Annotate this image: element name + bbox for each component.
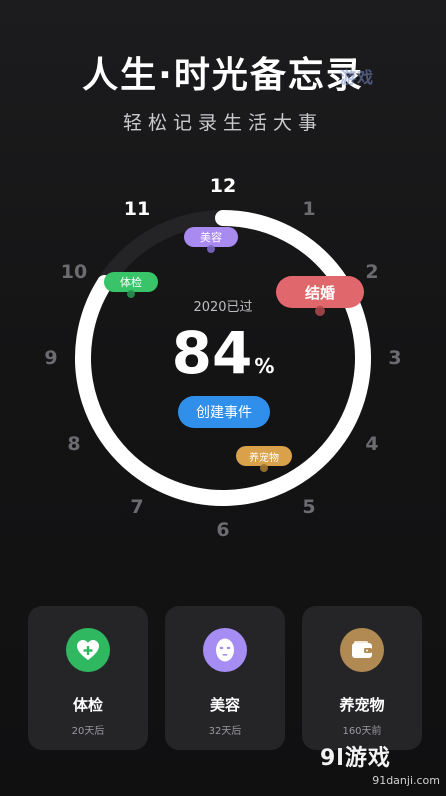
- percent-unit: %: [254, 354, 275, 378]
- tag-jiehun[interactable]: 结婚: [276, 276, 364, 316]
- hour-label-12: 12: [209, 175, 237, 197]
- tag-meirong-label: 美容: [200, 231, 222, 244]
- tag-meirong-pin: [207, 245, 215, 253]
- tag-meirong[interactable]: 美容: [184, 227, 238, 253]
- tag-jiehun-pin: [315, 306, 325, 316]
- event-card-meirong[interactable]: 美容 32天后: [165, 606, 285, 750]
- hour-label-7: 7: [130, 495, 144, 518]
- hour-label-8: 8: [67, 433, 81, 455]
- event-card-days: 20天后: [71, 726, 105, 737]
- event-card-name: 体检: [72, 696, 103, 714]
- event-card-tijian[interactable]: 体检 20天后: [28, 606, 148, 750]
- heart-plus-icon: [66, 628, 110, 672]
- hour-label-4: 4: [365, 433, 379, 455]
- event-card-yangchongwu[interactable]: 养宠物 160天前: [302, 606, 422, 750]
- year-label: 2020已过: [193, 300, 253, 315]
- tag-tijian-pin: [127, 290, 135, 298]
- create-event-button[interactable]: 创建事件: [178, 396, 270, 428]
- progress-percent: 84%: [0, 318, 446, 401]
- hour-label-5: 5: [302, 495, 316, 518]
- event-card-days: 160天前: [342, 726, 382, 737]
- watermark-bottom: 9l游戏 91danji.com: [320, 740, 444, 794]
- tag-jiehun-label: 结婚: [304, 283, 335, 302]
- wallet-icon: [340, 628, 384, 672]
- event-card-name: 美容: [209, 696, 240, 714]
- hour-label-2: 2: [365, 261, 379, 283]
- tag-tijian[interactable]: 体检: [104, 272, 158, 298]
- tag-yangchongwu-label: 养宠物: [249, 452, 279, 464]
- tag-yangchongwu-pin: [260, 464, 268, 472]
- tag-tijian-label: 体检: [120, 276, 142, 289]
- event-card-days: 32天后: [208, 726, 242, 737]
- tag-yangchongwu[interactable]: 养宠物: [236, 446, 292, 472]
- event-card-name: 养宠物: [339, 696, 385, 714]
- watermark-brand: 9l游戏: [320, 746, 391, 771]
- percent-value: 84: [171, 319, 253, 387]
- watermark-domain: 91danji.com: [372, 774, 440, 787]
- hour-label-11: 11: [123, 198, 151, 221]
- face-mask-icon: [203, 628, 247, 672]
- hour-label-6: 6: [216, 519, 230, 541]
- hour-label-1: 1: [302, 198, 316, 221]
- hour-label-10: 10: [60, 261, 88, 283]
